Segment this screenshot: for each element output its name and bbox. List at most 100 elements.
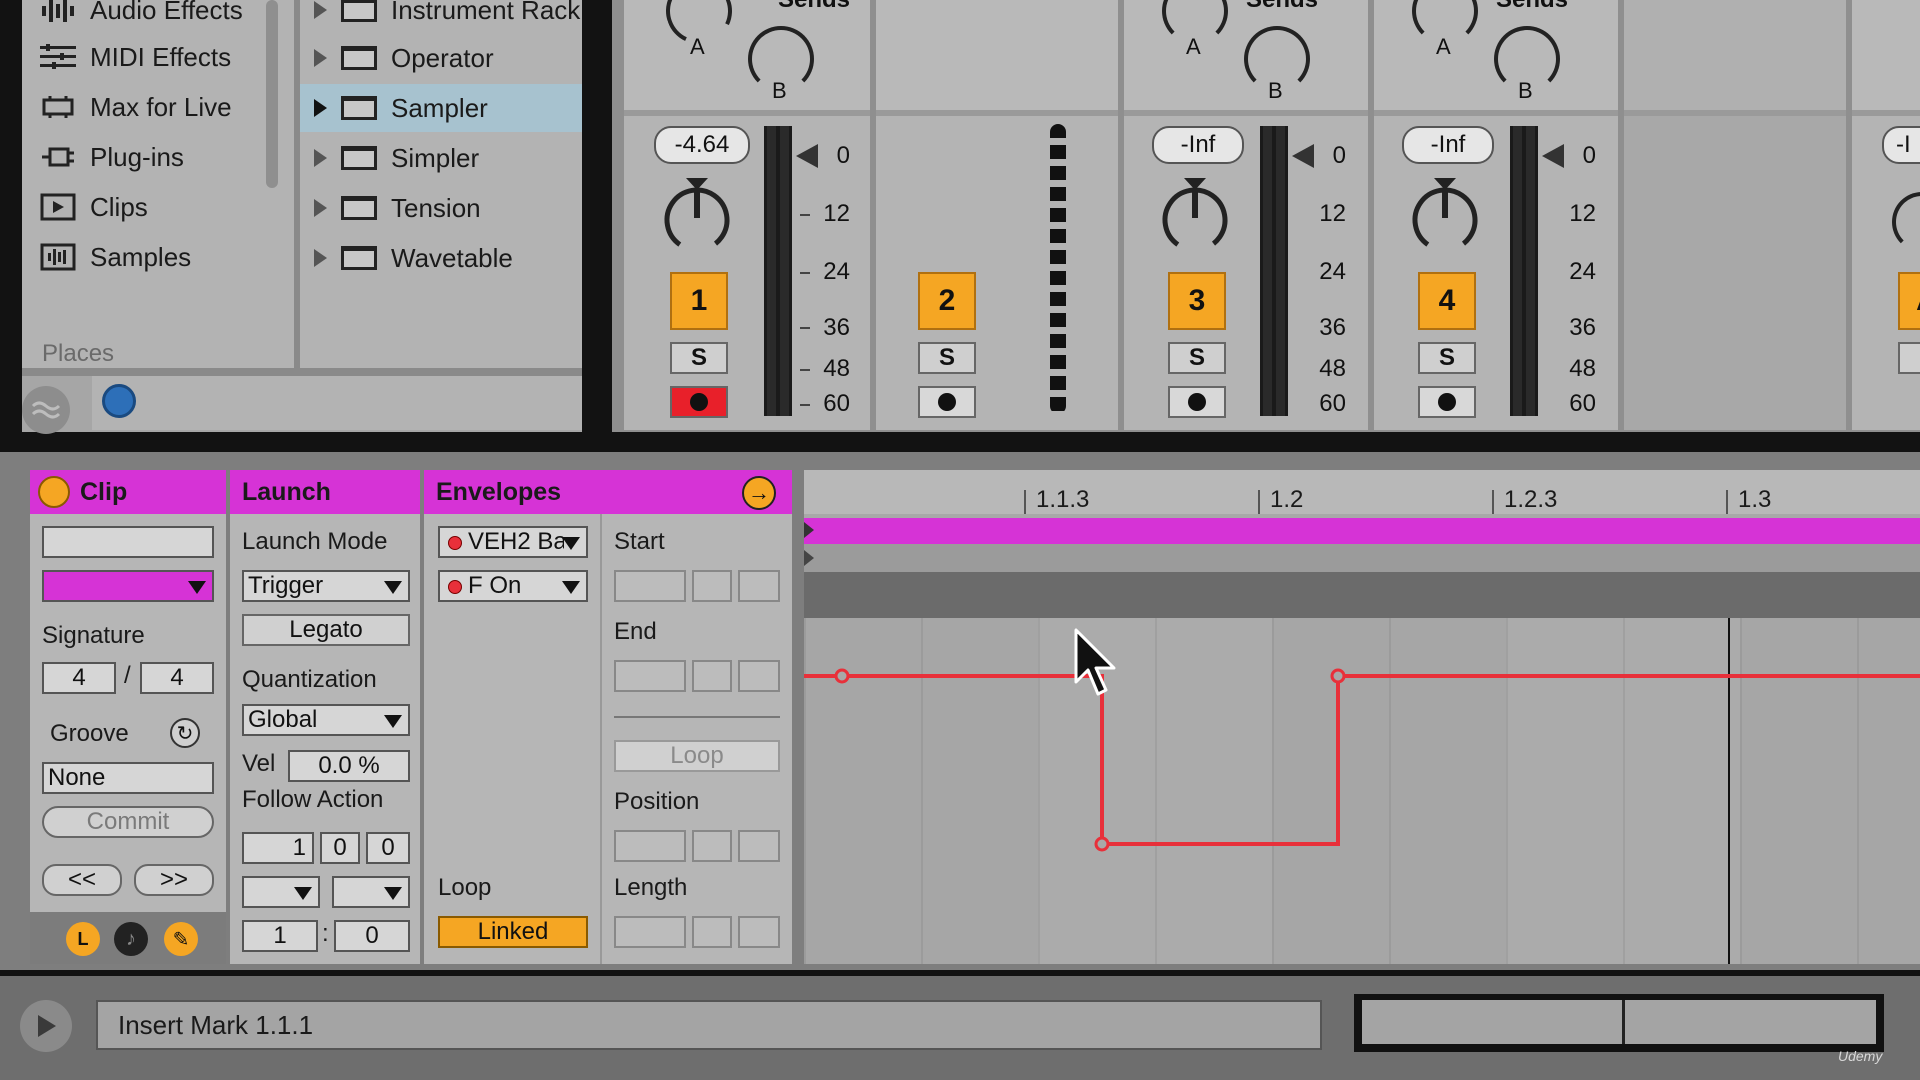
browser-item-max-for-live[interactable]: Max for Live bbox=[22, 85, 232, 129]
follow-action-a-dropdown[interactable] bbox=[242, 876, 320, 908]
velocity-field[interactable]: 0.0 % bbox=[288, 750, 410, 782]
overview-region[interactable] bbox=[1362, 1000, 1876, 1044]
launch-toggle-icon[interactable]: L bbox=[66, 922, 100, 956]
clip-name-field[interactable] bbox=[42, 526, 214, 558]
clip-region-bar[interactable] bbox=[804, 518, 1920, 544]
follow-action-time-bars[interactable]: 1 bbox=[242, 832, 314, 864]
device-instrument-rack[interactable]: Instrument Rack bbox=[300, 0, 582, 34]
track-volume-display[interactable]: -4.64 bbox=[654, 126, 750, 164]
browser-toggle-icon[interactable] bbox=[22, 386, 70, 434]
loop-brace-lane[interactable] bbox=[804, 544, 1920, 572]
envelope-editor[interactable]: 1.1.3 1.2 1.2.3 1.3 bbox=[804, 470, 1920, 964]
device-tension[interactable]: Tension bbox=[300, 184, 582, 232]
envelope-breakpoint[interactable] bbox=[1330, 668, 1346, 684]
end-bars-field[interactable] bbox=[614, 660, 686, 692]
solo-button[interactable]: S bbox=[918, 342, 976, 374]
envelope-control-dropdown[interactable]: F On bbox=[438, 570, 588, 602]
signature-numerator[interactable]: 4 bbox=[42, 662, 116, 694]
commit-button[interactable]: Commit bbox=[42, 806, 214, 838]
envelopes-toggle-icon[interactable]: ✎ bbox=[164, 922, 198, 956]
start-marker-icon[interactable] bbox=[804, 522, 814, 538]
device-simpler[interactable]: Simpler bbox=[300, 134, 582, 182]
nudge-forward-button[interactable]: >> bbox=[134, 864, 214, 896]
device-sampler[interactable]: Sampler bbox=[300, 84, 582, 132]
arm-button[interactable] bbox=[918, 386, 976, 418]
clip-color-dropdown[interactable] bbox=[42, 570, 214, 602]
overview-navigator[interactable] bbox=[1354, 994, 1884, 1052]
browser-item-midi-effects[interactable]: MIDI Effects bbox=[22, 35, 231, 79]
track-activator-button[interactable]: 3 bbox=[1168, 272, 1226, 330]
browser-item-samples[interactable]: Samples bbox=[22, 235, 191, 279]
position-bars-field[interactable] bbox=[614, 830, 686, 862]
end-beats-field[interactable] bbox=[692, 660, 732, 692]
device-wavetable[interactable]: Wavetable bbox=[300, 234, 582, 282]
scale-tick bbox=[800, 214, 810, 216]
envelope-breakpoint[interactable] bbox=[1094, 836, 1110, 852]
clip-activator-icon[interactable] bbox=[38, 476, 70, 508]
envelope-breakpoint[interactable] bbox=[834, 668, 850, 684]
end-sixteenths-field[interactable] bbox=[738, 660, 780, 692]
notes-toggle-icon[interactable]: ♪ bbox=[114, 922, 148, 956]
track-volume-display[interactable]: -Inf bbox=[1152, 126, 1244, 164]
envelope-line[interactable] bbox=[804, 674, 1920, 846]
groove-hot-swap-icon[interactable]: ↻ bbox=[170, 718, 200, 748]
groove-select[interactable]: None bbox=[42, 762, 214, 794]
browser-item-plug-ins[interactable]: Plug-ins bbox=[22, 135, 184, 179]
length-beats-field[interactable] bbox=[692, 916, 732, 948]
solo-button[interactable] bbox=[1898, 342, 1920, 374]
browser-scrollbar[interactable] bbox=[266, 0, 278, 188]
track-activator-button[interactable]: 4 bbox=[1418, 272, 1476, 330]
follow-action-time-sixteenths[interactable]: 0 bbox=[366, 832, 410, 864]
solo-button[interactable]: S bbox=[1168, 342, 1226, 374]
follow-chance-b-field[interactable]: 0 bbox=[334, 920, 410, 952]
start-sixteenths-field[interactable] bbox=[738, 570, 780, 602]
legato-button[interactable]: Legato bbox=[242, 614, 410, 646]
follow-action-b-dropdown[interactable] bbox=[332, 876, 410, 908]
expand-arrow-icon[interactable] bbox=[314, 149, 327, 167]
solo-button[interactable]: S bbox=[670, 342, 728, 374]
signature-denominator[interactable]: 4 bbox=[140, 662, 214, 694]
envelope-loop-button[interactable]: Loop bbox=[614, 740, 780, 772]
start-label: Start bbox=[614, 528, 665, 555]
pan-knob[interactable] bbox=[1160, 178, 1230, 248]
envelope-device-dropdown[interactable]: VEH2 Ba bbox=[438, 526, 588, 558]
arm-button[interactable] bbox=[670, 386, 728, 418]
status-play-icon[interactable] bbox=[20, 1000, 72, 1052]
browser-item-audio-effects[interactable]: Audio Effects bbox=[22, 0, 243, 32]
browser-item-clips[interactable]: Clips bbox=[22, 185, 148, 229]
pan-knob[interactable] bbox=[1892, 192, 1920, 252]
track-volume-display[interactable]: -Inf bbox=[1402, 126, 1494, 164]
length-bars-field[interactable] bbox=[614, 916, 686, 948]
expand-arrow-icon[interactable] bbox=[314, 1, 327, 19]
start-beats-field[interactable] bbox=[692, 570, 732, 602]
track-activator-button[interactable]: A bbox=[1898, 272, 1920, 330]
linked-button[interactable]: Linked bbox=[438, 916, 588, 948]
pan-knob[interactable] bbox=[1410, 178, 1480, 248]
follow-action-time-beats[interactable]: 0 bbox=[320, 832, 360, 864]
position-beats-field[interactable] bbox=[692, 830, 732, 862]
follow-chance-a-field[interactable]: 1 bbox=[242, 920, 318, 952]
solo-button[interactable]: S bbox=[1418, 342, 1476, 374]
preview-area[interactable] bbox=[92, 376, 582, 430]
envelopes-forward-arrow-icon[interactable]: → bbox=[742, 476, 776, 510]
position-sixteenths-field[interactable] bbox=[738, 830, 780, 862]
arm-button[interactable] bbox=[1168, 386, 1226, 418]
expand-arrow-icon[interactable] bbox=[314, 249, 327, 267]
length-sixteenths-field[interactable] bbox=[738, 916, 780, 948]
arm-button[interactable] bbox=[1418, 386, 1476, 418]
pan-knob[interactable] bbox=[662, 178, 732, 248]
expand-arrow-icon[interactable] bbox=[314, 49, 327, 67]
track-activator-button[interactable]: 2 bbox=[918, 272, 976, 330]
nudge-back-button[interactable]: << bbox=[42, 864, 122, 896]
device-operator[interactable]: Operator bbox=[300, 34, 582, 82]
expand-arrow-icon[interactable] bbox=[314, 199, 327, 217]
track-volume-display[interactable]: -I bbox=[1882, 126, 1920, 164]
quantization-dropdown[interactable]: Global bbox=[242, 704, 410, 736]
loop-marker-icon[interactable] bbox=[804, 550, 814, 566]
expand-arrow-icon[interactable] bbox=[314, 99, 327, 117]
preview-headphone-icon[interactable] bbox=[102, 384, 136, 418]
start-bars-field[interactable] bbox=[614, 570, 686, 602]
launch-mode-dropdown[interactable]: Trigger bbox=[242, 570, 410, 602]
automation-envelope[interactable] bbox=[804, 618, 1920, 964]
track-activator-button[interactable]: 1 bbox=[670, 272, 728, 330]
